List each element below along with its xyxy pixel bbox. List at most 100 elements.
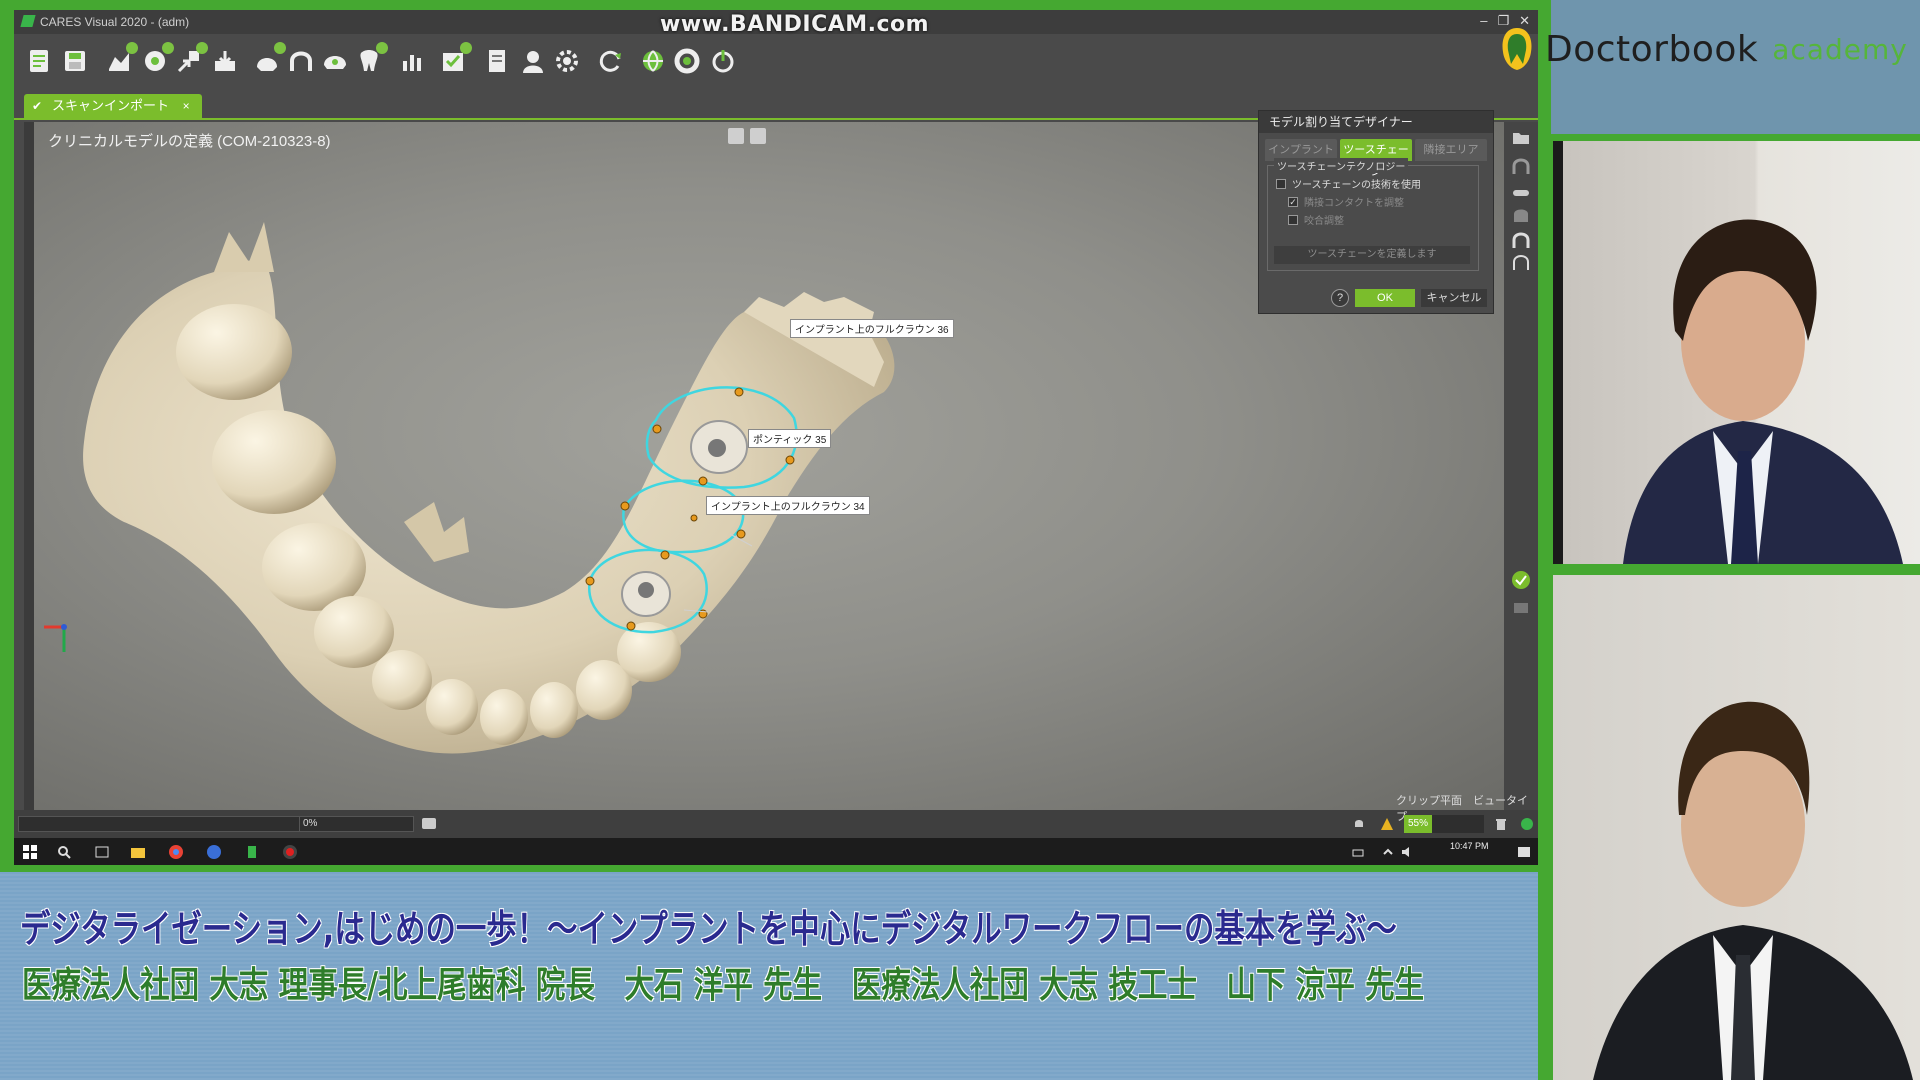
- warning-icon[interactable]: [1380, 817, 1394, 831]
- close-tab-icon[interactable]: ×: [183, 99, 190, 113]
- adjust-contact-option[interactable]: ✓ 隣接コンタクトを調整: [1288, 194, 1404, 209]
- subtitle-band: デジタライゼーション,はじめの一歩！～インプラントを中心にデジタルワークフローの…: [0, 872, 1538, 1080]
- model-icon[interactable]: [252, 42, 286, 76]
- trash-icon[interactable]: [1494, 817, 1508, 831]
- bell-icon[interactable]: [1352, 817, 1366, 831]
- camera-icon[interactable]: [422, 818, 436, 829]
- cares-taskbar-icon[interactable]: [244, 844, 260, 860]
- chrome-icon[interactable]: [168, 844, 184, 860]
- webcam-presenter-2: [1553, 575, 1920, 1080]
- chart-icon[interactable]: [398, 46, 428, 76]
- scan-edge: [214, 222, 274, 272]
- save-icon[interactable]: [60, 46, 90, 76]
- brand-name: Doctorbook: [1545, 28, 1759, 70]
- progress-bar: 0%: [18, 816, 414, 832]
- checkbox[interactable]: ✓: [1288, 196, 1298, 207]
- refresh-icon[interactable]: [596, 46, 626, 76]
- callout-implant-36: インプラント上のフルクラウン 36: [790, 319, 954, 338]
- check-order-icon[interactable]: [438, 42, 472, 76]
- minimize-button[interactable]: –: [1480, 13, 1487, 29]
- lock-view-icon[interactable]: [728, 128, 744, 144]
- tab-scan-import[interactable]: ✔ スキャンインポート ×: [24, 94, 202, 118]
- screen: CARES Visual 2020 - (adm) – ❐ ✕ www.BAND…: [0, 0, 1920, 1080]
- tooth-chain-group: ツースチェーンテクノロジー ツースチェーンの技術を使用 ✓ 隣接コンタクトを調整…: [1267, 158, 1479, 271]
- scan-edge: [404, 502, 469, 562]
- adjust-occlusion-option[interactable]: 咬合調整: [1288, 212, 1344, 227]
- recorder-watermark: www.BANDICAM.com: [660, 12, 930, 37]
- tab-label: スキャンインポート: [52, 98, 170, 113]
- library-icon[interactable]: [140, 42, 174, 76]
- windows-start-icon[interactable]: [22, 844, 38, 860]
- model-assignment-designer: モデル割り当てデザイナー インプラント ツースチェーン 隣接エリア ツースチェー…: [1258, 110, 1494, 314]
- tooth: [314, 596, 394, 668]
- report-icon[interactable]: [482, 46, 512, 76]
- app-taskbar-icon[interactable]: [206, 844, 222, 860]
- support-icon[interactable]: [672, 46, 702, 76]
- tooth-icon[interactable]: [354, 42, 388, 76]
- doctorbook-logo: Doctorbook academy: [1497, 26, 1908, 72]
- screw-channel: [638, 582, 654, 598]
- brand-suffix: academy: [1772, 32, 1908, 66]
- tab-adjacent-area[interactable]: 隣接エリア: [1415, 139, 1487, 161]
- callout-implant-34: インプラント上のフルクラウン 34: [706, 496, 870, 515]
- task-view-icon[interactable]: [94, 844, 110, 860]
- confirm-check-icon[interactable]: [1511, 570, 1531, 590]
- globe-icon[interactable]: [638, 46, 668, 76]
- callout-pontic-35: ポンティック 35: [748, 429, 832, 448]
- define-tooth-chain-button[interactable]: ツースチェーンを定義します: [1274, 246, 1470, 264]
- arch-icon[interactable]: [286, 46, 316, 76]
- group-label: ツースチェーンテクノロジー: [1274, 158, 1409, 173]
- tooth: [480, 689, 528, 745]
- status-ok-icon: [1521, 818, 1533, 830]
- volume-icon[interactable]: [1400, 844, 1416, 860]
- lecturer-names: 医療法人社団 大志 理事長/北上尾歯科 院長 大石 洋平 先生 医療法人社団 大…: [22, 965, 1425, 1006]
- cancel-button[interactable]: キャンセル: [1421, 289, 1487, 307]
- zoom-value: 55%: [1408, 818, 1429, 829]
- tooth: [212, 410, 336, 514]
- check-icon: ✔: [32, 99, 43, 113]
- power-icon[interactable]: [708, 46, 738, 76]
- gingiva-icon[interactable]: [1511, 182, 1531, 202]
- lecture-title: デジタライゼーション,はじめの一歩！～インプラントを中心にデジタルワークフローの…: [20, 907, 1397, 951]
- doctorbook-logo-icon: [1502, 28, 1532, 70]
- user-icon[interactable]: [518, 46, 548, 76]
- jaw-icon[interactable]: [320, 46, 350, 76]
- view-tools: [728, 128, 766, 144]
- axis-gizmo: [44, 624, 67, 652]
- use-tooth-chain-option[interactable]: ツースチェーンの技術を使用: [1276, 176, 1421, 191]
- search-icon[interactable]: [56, 844, 72, 860]
- upper-jaw-icon[interactable]: [1511, 156, 1531, 176]
- new-order-icon[interactable]: [24, 46, 54, 76]
- ok-button[interactable]: OK: [1355, 289, 1415, 307]
- antagonist-icon[interactable]: [1511, 206, 1531, 226]
- file-explorer-icon[interactable]: [130, 844, 146, 860]
- notification-icon[interactable]: [1516, 844, 1532, 860]
- designer-title: モデル割り当てデザイナー: [1259, 111, 1493, 133]
- checkbox[interactable]: [1276, 178, 1286, 189]
- export-icon[interactable]: [174, 42, 208, 76]
- record-icon[interactable]: [282, 844, 298, 860]
- settings-icon[interactable]: [552, 46, 582, 76]
- tooth: [530, 682, 578, 738]
- window-title: CARES Visual 2020 - (adm): [40, 15, 190, 29]
- tray-expand-icon[interactable]: [1380, 844, 1396, 860]
- tooth: [372, 650, 432, 710]
- layers-icon[interactable]: [1511, 598, 1531, 618]
- help-button[interactable]: ?: [1331, 289, 1349, 307]
- scan-import-icon[interactable]: [104, 42, 138, 76]
- windows-taskbar: 10:47 PM: [14, 838, 1538, 865]
- status-bar: クリップ平面 ビュータイプ 0% 55%: [14, 795, 1538, 838]
- zoom-level[interactable]: 55%: [1404, 815, 1484, 833]
- import-icon[interactable]: [210, 46, 240, 76]
- lower-jaw-icon[interactable]: [1511, 230, 1531, 250]
- screw-channel: [708, 439, 726, 457]
- folder-icon[interactable]: [1511, 128, 1531, 148]
- tooth: [426, 679, 478, 735]
- network-icon[interactable]: [1350, 844, 1366, 860]
- view-options-icon[interactable]: [750, 128, 766, 144]
- arch-outline-icon[interactable]: [1511, 252, 1531, 272]
- checkbox[interactable]: [1288, 214, 1298, 225]
- tooth: [176, 304, 292, 400]
- cares-visual-window: CARES Visual 2020 - (adm) – ❐ ✕ www.BAND…: [14, 10, 1538, 865]
- clock[interactable]: 10:47 PM: [1450, 841, 1489, 851]
